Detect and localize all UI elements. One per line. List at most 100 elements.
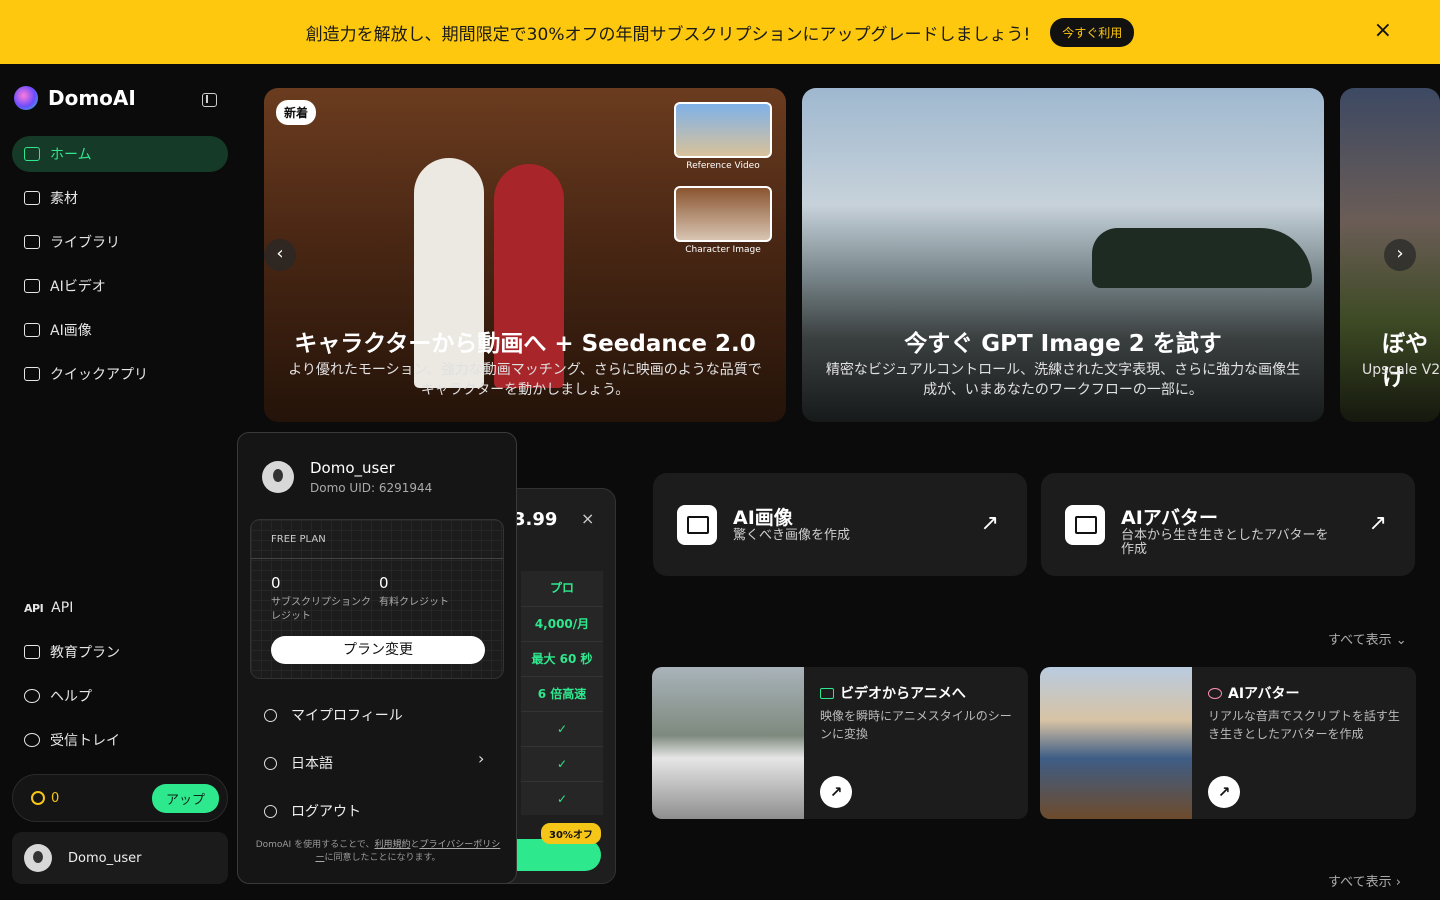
plan-cell: 最大 60 秒 [521,641,603,676]
arrow-up-right-icon: ↗ [1368,511,1387,536]
arrow-up-right-icon[interactable]: ↗ [820,776,852,808]
sidebar-item-label: AIビデオ [50,279,106,295]
video-icon [820,688,834,699]
sidebar-item-quick-apps[interactable]: クイックアプリ [12,356,228,392]
see-all-label: すべて表示 [1328,633,1392,648]
menu-item-label: ログアウト [291,804,361,820]
image-icon [677,505,717,545]
carousel-prev-icon[interactable]: ‹ [264,239,296,271]
sidebar-item-label: 教育プラン [50,645,120,661]
feature-subtitle: 台本から生き生きとしたアバターを作成 [1121,528,1329,557]
sidebar-item-inbox[interactable]: 受信トレイ [12,722,228,758]
reference-video-thumbnail [674,102,772,158]
terms-text: に同意したことになります。 [324,853,441,863]
menu-username: Domo_user [310,459,395,477]
sidebar-item-api[interactable]: API API [12,590,228,626]
new-badge: 新着 [276,100,317,125]
logo-icon [14,86,38,110]
change-plan-button[interactable]: プラン変更 [271,636,485,664]
discount-badge: 30%オフ [541,823,601,844]
carousel-card-subtitle: 精密なビジュアルコントロール、洗練された文字表現、さらに強力な画像生成が、いまあ… [825,362,1301,398]
carousel-next-icon[interactable]: › [1384,239,1416,271]
credit-count: 0 [51,790,60,806]
carousel-card-seedance[interactable]: 新着 Reference Video Character Image キャラクタ… [264,88,786,422]
avatar-icon [1208,688,1222,699]
subscription-credits-value: 0 [271,574,281,592]
carousel-card-title: ぼやけ [1382,331,1428,391]
menu-item-label: マイプロフィール [291,708,403,724]
menu-item-logout[interactable]: ログアウト [264,801,361,821]
feature-card-ai-avatar[interactable]: AIアバター 台本から生き生きとしたアバターを作成 ↗ [1041,473,1415,576]
sidebar-item-help[interactable]: ヘルプ [12,678,228,714]
library-icon [24,235,40,249]
banner-close-icon[interactable]: × [1374,18,1392,43]
chevron-right-icon: › [478,749,485,768]
sidebar-item-ai-video[interactable]: AIビデオ [12,268,228,304]
avatar-icon [1065,505,1105,545]
paid-credits-label: 有料クレジット [379,597,449,608]
carousel-card-gpt-image[interactable]: 今すぐ GPT Image 2 を試す 精密なビジュアルコントロール、洗練された… [802,88,1324,422]
template-thumbnail [652,667,804,819]
hero-carousel: 新着 Reference Video Character Image キャラクタ… [264,88,1440,422]
feature-card-ai-image[interactable]: AI画像 驚くべき画像を作成 ↗ [653,473,1027,576]
sidebar-bottom-nav: API API 教育プラン ヘルプ 受信トレイ [12,590,228,766]
user-menu: Domo_user Domo UID: 6291944 FREE PLAN 0 … [237,432,517,884]
close-icon[interactable]: × [581,509,594,528]
promo-text: 創造力を解放し、期間限定で30%オフの年間サブスクリプションにアップグレードしま… [305,24,1031,45]
app-logo[interactable]: DomoAI [14,86,136,110]
thumbnail-label: Reference Video [686,161,760,171]
template-card-ai-avatar[interactable]: AIアバター リアルな音声でスクリプトを話す生き生きとしたアバターを作成 ↗ [1040,667,1416,819]
menu-item-language[interactable]: 日本語 [264,753,333,773]
thumbnail-label: Character Image [685,245,761,255]
chevron-right-icon: › [1395,875,1401,890]
terms-text: DomoAI を使用することで、 [255,840,375,850]
plan-cell: 4,000/月 [521,606,603,641]
plan-header: プロ [549,581,574,595]
arrow-up-right-icon: ↗ [980,511,999,536]
coin-icon [31,791,45,805]
sidebar-item-library[interactable]: ライブラリ [12,224,228,260]
terms-link[interactable]: 利用規約 [374,840,410,850]
feature-title: AI画像 [733,507,793,529]
user-uid: Domo UID: 6291944 [310,481,433,495]
sidebar-item-label: ホーム [50,147,92,163]
template-subtitle: リアルな音声でスクリプトを話す生き生きとしたアバターを作成 [1208,709,1400,741]
sidebar-item-education[interactable]: 教育プラン [12,634,228,670]
globe-icon [264,756,277,770]
home-icon [24,147,40,161]
check-icon: ✓ [521,711,603,746]
user-account-button[interactable]: Domo_user [12,832,228,884]
sidebar-item-label: AI画像 [50,323,92,339]
sidebar-item-label: 素材 [50,191,78,207]
avatar [24,844,52,872]
sidebar-item-home[interactable]: ホーム [12,136,228,172]
arrow-up-right-icon[interactable]: ↗ [1208,776,1240,808]
video-icon [24,279,40,293]
plan-name: FREE PLAN [271,534,326,545]
template-card-video-to-anime[interactable]: ビデオからアニメへ 映像を瞬時にアニメスタイルのシーンに変換 ↗ [652,667,1028,819]
sidebar: DomoAI ホーム 素材 ライブラリ AIビデオ AI画像 クイックアプリ A… [0,64,240,900]
template-title: ビデオからアニメへ [820,683,966,703]
template-title-text: ビデオからアニメへ [840,686,966,702]
plan-column-pro: プロ 4,000/月 最大 60 秒 6 倍高速 ✓ ✓ ✓ [521,571,603,815]
app-name: DomoAI [48,86,136,110]
avatar [262,461,294,493]
upgrade-button[interactable]: アップ [151,783,219,813]
menu-item-profile[interactable]: マイプロフィール [264,705,403,725]
see-all-link[interactable]: すべて表示 › [1328,871,1401,890]
bell-icon [24,733,40,747]
feature-subtitle: 驚くべき画像を作成 [733,528,851,543]
template-subtitle: 映像を瞬時にアニメスタイルのシーンに変換 [820,709,1012,741]
subscription-credits-label: サブスクリプションクレジット [271,597,371,622]
carousel-card-upscale[interactable]: ぼやけ Upscale V2 › [1340,88,1440,422]
hero-image-car [1092,228,1312,288]
see-all-link[interactable]: すべて表示 ⌄ [1328,629,1407,648]
template-thumbnail [1040,667,1192,819]
sidebar-collapse-icon[interactable] [202,93,217,107]
education-icon [24,645,40,659]
sidebar-item-ai-image[interactable]: AI画像 [12,312,228,348]
carousel-card-title: 今すぐ GPT Image 2 を試す [904,331,1222,357]
promo-use-now-button[interactable]: 今すぐ利用 [1050,17,1135,47]
template-title-text: AIアバター [1228,686,1300,702]
sidebar-item-assets[interactable]: 素材 [12,180,228,216]
